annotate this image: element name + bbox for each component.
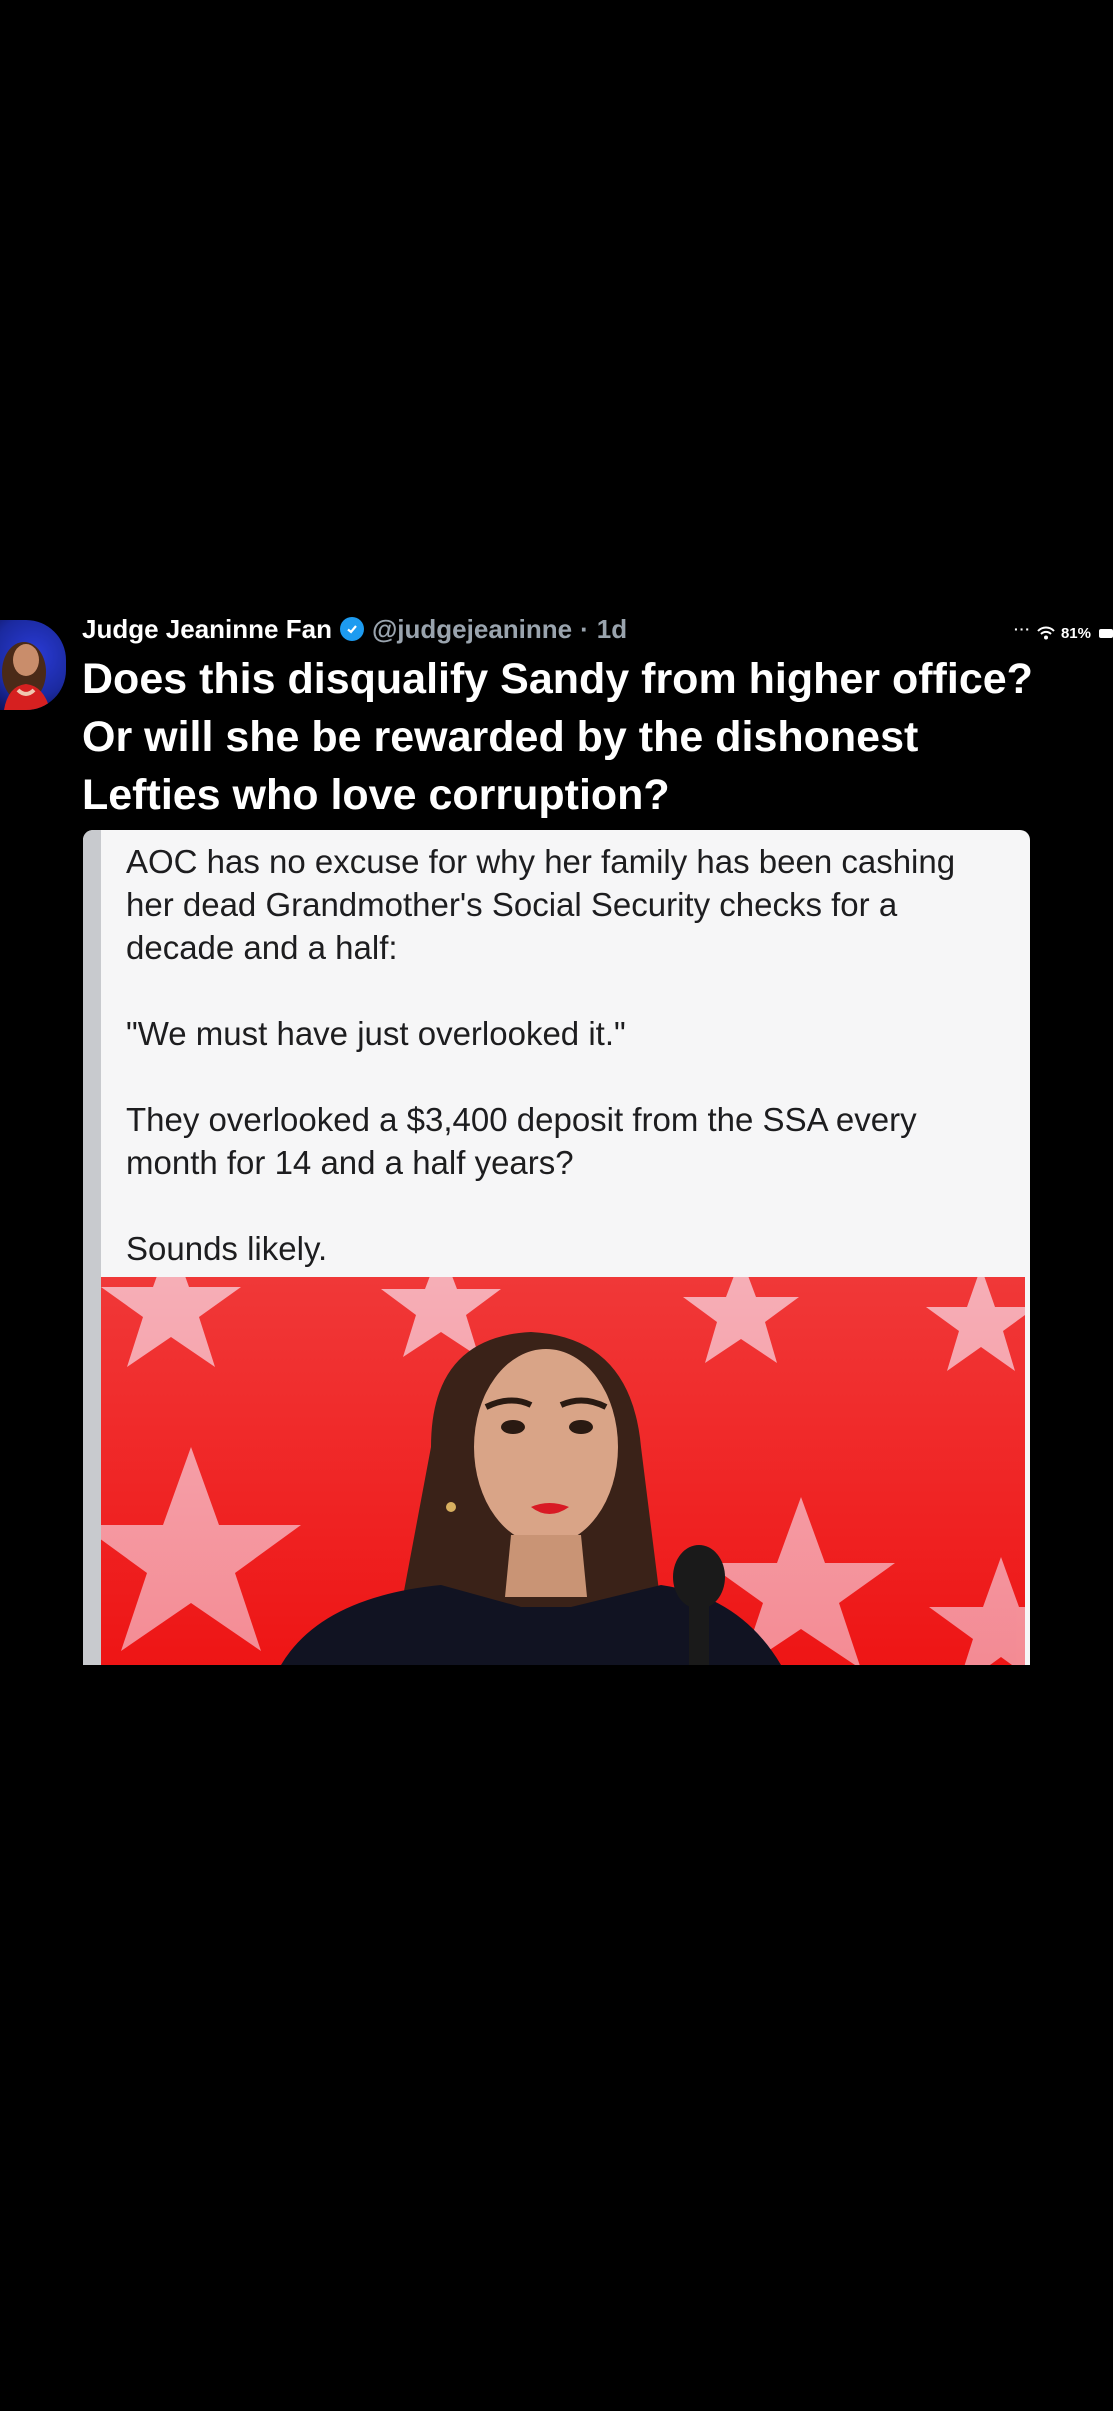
battery-percentage: 81% [1060,624,1091,642]
tweet-header: Judge Jeaninne Fan @judgejeaninne · 1d [82,612,627,646]
author-name[interactable]: Judge Jeaninne Fan [82,614,332,645]
quoted-paragraph: Sounds likely. [126,1230,328,1267]
quoted-post-photo[interactable] [101,1277,1025,1665]
status-dots: ··· [1013,621,1031,637]
tweet-text: Does this disqualify Sandy from higher o… [82,655,1033,819]
quoted-paragraph: They overlooked a $3,400 deposit from th… [126,1101,917,1181]
author-handle[interactable]: @judgejeaninne [372,614,572,645]
quoted-post-body: AOC has no excuse for why her family has… [126,840,1006,1270]
avatar[interactable] [0,620,66,710]
quoted-paragraph: AOC has no excuse for why her family has… [126,843,956,966]
card-left-edge [83,830,101,1665]
verified-badge-icon [339,617,364,641]
quoted-post-card[interactable]: AOC has no excuse for why her family has… [83,830,1030,1665]
status-bar: ··· 81% [1014,618,1113,648]
post-timestamp[interactable]: 1d [597,614,627,645]
wifi-icon [1037,626,1055,640]
battery-icon [1099,628,1113,638]
quoted-paragraph: "We must have just overlooked it." [126,1015,626,1052]
meta-separator: · [580,613,589,644]
